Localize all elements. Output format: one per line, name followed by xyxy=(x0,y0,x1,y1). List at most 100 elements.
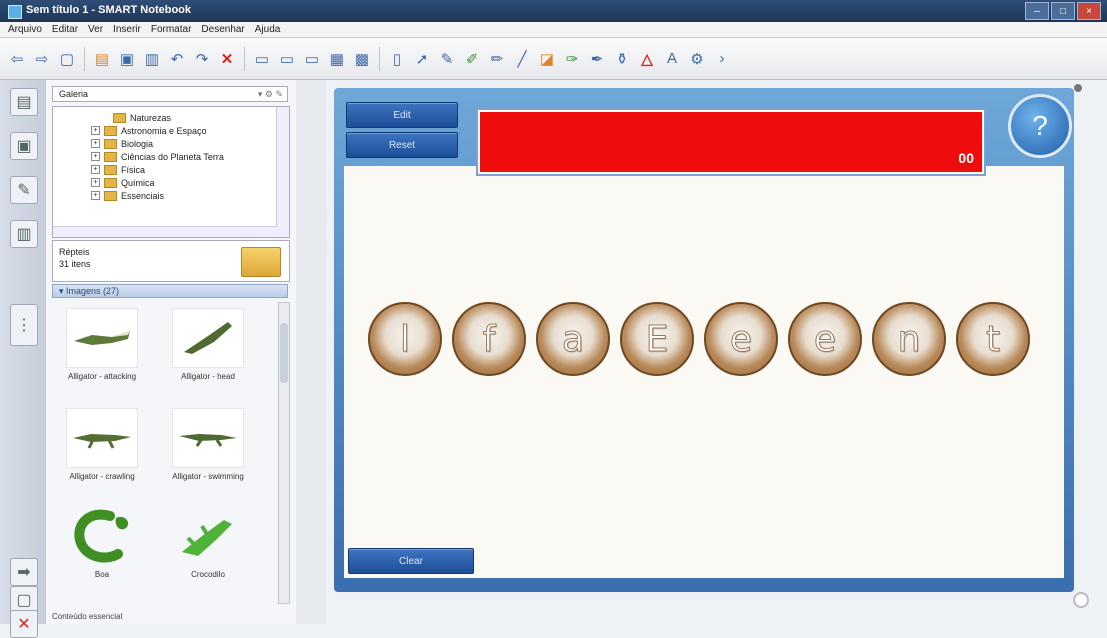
folder-info-box: Répteis 31 itens xyxy=(52,240,290,282)
page-sorter-tab-icon[interactable]: ▤ xyxy=(10,88,38,116)
creative-pen-icon[interactable]: ✐ xyxy=(461,48,483,70)
tree-item[interactable]: + Ciências do Planeta Terra xyxy=(91,150,224,163)
expand-icon[interactable]: + xyxy=(91,178,100,187)
expand-icon[interactable]: + xyxy=(91,165,100,174)
shapes-icon[interactable]: △ xyxy=(636,48,658,70)
pen-icon[interactable]: ✎ xyxy=(436,48,458,70)
folder-icon xyxy=(104,151,117,162)
tree-item[interactable]: + Física xyxy=(91,163,145,176)
gallery-thumbnail[interactable]: Boa xyxy=(52,500,152,598)
gallery-thumbnail[interactable]: Alligator - head xyxy=(158,300,258,398)
reset-button[interactable]: Reset xyxy=(346,132,458,158)
document-camera-icon[interactable]: ▯ xyxy=(386,48,408,70)
display-icon[interactable]: ▭ xyxy=(276,48,298,70)
section-label: Imagens (27) xyxy=(66,286,120,296)
resize-handle[interactable] xyxy=(1073,592,1089,608)
expand-icon[interactable]: + xyxy=(91,139,100,148)
tree-item[interactable]: + Essenciais xyxy=(91,189,164,202)
menu-inserir[interactable]: Inserir xyxy=(113,24,141,35)
letter-tile[interactable]: e xyxy=(704,302,778,376)
tree-item[interactable]: Naturezas xyxy=(113,111,171,124)
line-icon[interactable]: ╱ xyxy=(511,48,533,70)
highlighter-icon[interactable]: ✏ xyxy=(486,48,508,70)
crocodile-icon xyxy=(173,508,243,566)
folder-icon xyxy=(104,125,117,136)
expand-icon[interactable]: + xyxy=(91,126,100,135)
text-tool-icon[interactable]: A xyxy=(661,48,683,70)
gallery-thumbnail[interactable]: Alligator - crawling xyxy=(52,400,152,498)
paste-icon[interactable]: ▥ xyxy=(141,48,163,70)
save-icon[interactable]: ▣ xyxy=(116,48,138,70)
select-pointer-icon[interactable]: ➚ xyxy=(411,48,433,70)
new-page-icon[interactable]: ▢ xyxy=(56,48,78,70)
move-panel-icon[interactable]: ➡ xyxy=(10,558,38,586)
menu-ajuda[interactable]: Ajuda xyxy=(255,24,281,35)
edit-button[interactable]: Edit xyxy=(346,102,458,128)
undo-icon[interactable]: ↶ xyxy=(166,48,188,70)
panel-splitter[interactable] xyxy=(296,80,326,624)
tree-horizontal-scrollbar[interactable] xyxy=(53,226,277,237)
gallery-thumbnail[interactable]: Alligator - swimming xyxy=(158,400,258,498)
screen-shade-icon[interactable]: ▭ xyxy=(251,48,273,70)
gallery-thumbnail[interactable]: Crocodilo xyxy=(158,500,258,598)
panel-handle-icon[interactable]: ⋮ xyxy=(10,304,38,346)
alligator-head-icon xyxy=(172,308,244,368)
tree-item-label: Essenciais xyxy=(121,190,165,201)
tree-scrollbar[interactable] xyxy=(276,107,289,237)
tree-item[interactable]: + Química xyxy=(91,176,155,189)
close-window-button[interactable]: × xyxy=(1077,2,1101,20)
gallery-thumbnail[interactable]: Alligator - attacking xyxy=(52,300,152,398)
delete-icon[interactable]: ✕ xyxy=(216,48,238,70)
redo-icon[interactable]: ↷ xyxy=(191,48,213,70)
thumbnail-label: Alligator - crawling xyxy=(69,472,135,481)
letter-tile[interactable]: e xyxy=(788,302,862,376)
remove-icon[interactable]: ✕ xyxy=(10,610,38,638)
open-folder-icon[interactable]: ▤ xyxy=(91,48,113,70)
clear-button[interactable]: Clear xyxy=(348,548,474,574)
forward-arrow-icon[interactable]: ⇨ xyxy=(31,48,53,70)
expand-icon[interactable]: + xyxy=(91,191,100,200)
letter-tile[interactable]: l xyxy=(368,302,442,376)
maximize-button[interactable]: □ xyxy=(1051,2,1075,20)
menu-editar[interactable]: Editar xyxy=(52,24,78,35)
eraser-icon[interactable]: ◪ xyxy=(536,48,558,70)
attachments-tab-icon[interactable]: ✎ xyxy=(10,176,38,204)
properties-icon[interactable]: ⚙ xyxy=(686,48,708,70)
magic-pen-icon[interactable]: ✑ xyxy=(561,48,583,70)
shape-pen-icon[interactable]: ✒ xyxy=(586,48,608,70)
scroll-thumb[interactable] xyxy=(280,323,288,383)
table-icon[interactable]: ▦ xyxy=(326,48,348,70)
back-arrow-icon[interactable]: ⇦ xyxy=(6,48,28,70)
tree-item[interactable]: + Astronomia e Espaço xyxy=(91,124,207,137)
images-section-header[interactable]: ▾ Imagens (27) xyxy=(52,284,288,298)
question-icon: ? xyxy=(1032,110,1048,141)
gallery-search-bar[interactable]: Galeria ▾ ⚙ ✎ xyxy=(52,86,288,102)
expand-icon[interactable]: + xyxy=(91,152,100,161)
help-button[interactable]: ? xyxy=(1008,94,1072,158)
more-tools-icon[interactable]: › xyxy=(711,48,733,70)
gallery-search-label: Galeria xyxy=(59,89,89,99)
tree-item[interactable]: + Biologia xyxy=(91,137,153,150)
fill-icon[interactable]: ⚱ xyxy=(611,48,633,70)
letter-tile[interactable]: t xyxy=(956,302,1030,376)
letter-tile[interactable]: E xyxy=(620,302,694,376)
menu-arquivo[interactable]: Arquivo xyxy=(8,24,42,35)
window-titlebar: Sem título 1 - SMART Notebook – □ × xyxy=(0,0,1107,22)
gallery-scrollbar[interactable] xyxy=(278,302,290,604)
collapse-icon: ▾ xyxy=(59,285,67,296)
letter-tile[interactable]: a xyxy=(536,302,610,376)
letter-tile[interactable]: f xyxy=(452,302,526,376)
letter-bubbles: l f a E e e n t xyxy=(368,302,1048,382)
menu-ver[interactable]: Ver xyxy=(88,24,103,35)
menu-desenhar[interactable]: Desenhar xyxy=(201,24,244,35)
gallery-tools-icon[interactable]: ▾ ⚙ ✎ xyxy=(258,89,283,100)
monitor-icon[interactable]: ▭ xyxy=(301,48,323,70)
capture-icon[interactable]: ▩ xyxy=(351,48,373,70)
letter-tile[interactable]: n xyxy=(872,302,946,376)
gallery-tab-icon[interactable]: ▣ xyxy=(10,132,38,160)
menu-formatar[interactable]: Formatar xyxy=(151,24,192,35)
folder-icon xyxy=(104,138,117,149)
properties-tab-icon[interactable]: ▥ xyxy=(10,220,38,248)
widget-menu-dot[interactable] xyxy=(1074,84,1082,92)
minimize-button[interactable]: – xyxy=(1025,2,1049,20)
